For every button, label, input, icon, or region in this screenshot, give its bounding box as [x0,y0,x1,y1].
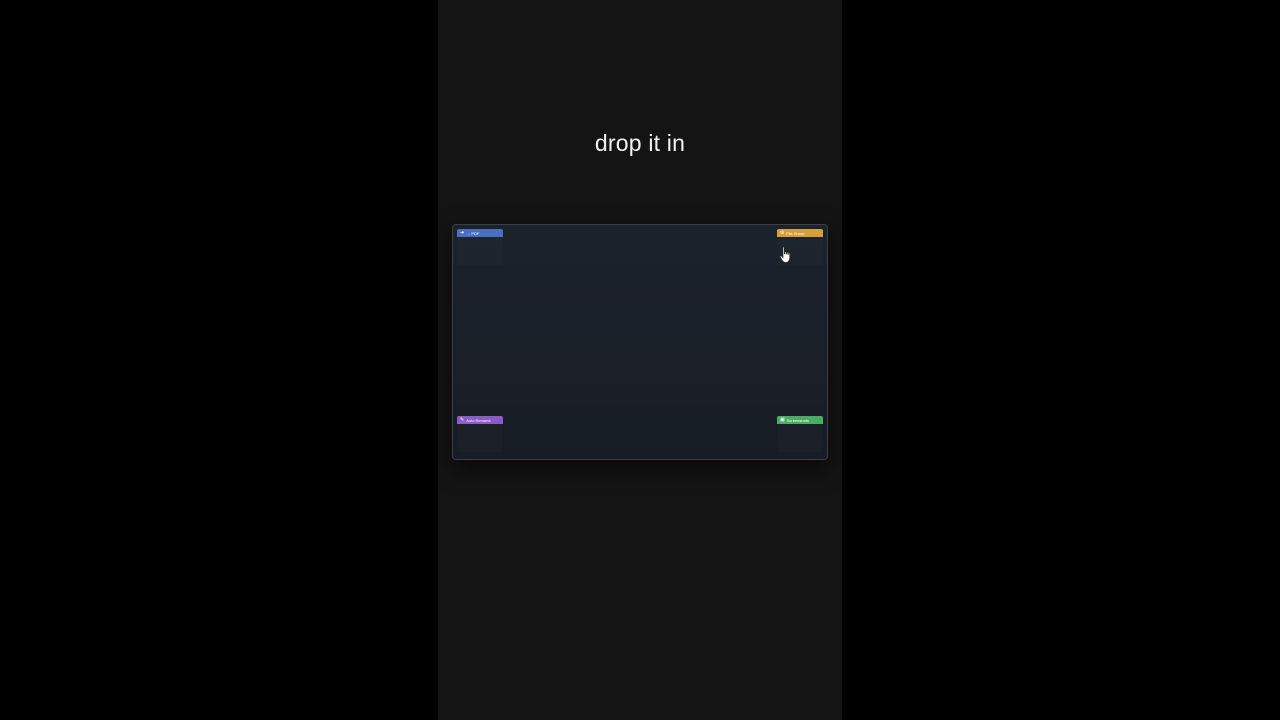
drop-zone-screenshots[interactable]: ▣ Screenshots [777,416,823,452]
zone-label-auto-rename: Auto Rename [466,417,491,423]
zone-tag-screenshots: ▣ Screenshots [777,416,823,424]
screen: drop it in ➜ → PDF ⊕ File Share ✎ Auto R… [0,0,1280,720]
zone-label-file-share: File Share [786,230,805,236]
zone-tag-auto-rename: ✎ Auto Rename [457,416,503,424]
arrow-icon: ➜ [460,229,465,236]
zone-label-screenshots: Screenshots [786,417,809,423]
drop-zone-auto-rename[interactable]: ✎ Auto Rename [457,416,503,452]
share-icon: ⊕ [780,229,785,236]
drop-zone-window[interactable]: ➜ → PDF ⊕ File Share ✎ Auto Rename ▣ Scr… [452,224,828,460]
drop-zone-pdf[interactable]: ➜ → PDF [457,229,503,265]
zone-tag-file-share: ⊕ File Share [777,229,823,237]
zone-tag-pdf: ➜ → PDF [457,229,503,237]
hand-cursor-icon [779,246,790,263]
zone-label-pdf: → PDF [466,230,480,236]
folder-icon: ▣ [780,416,785,423]
pencil-icon: ✎ [460,416,465,423]
caption-text: drop it in [594,130,686,156]
